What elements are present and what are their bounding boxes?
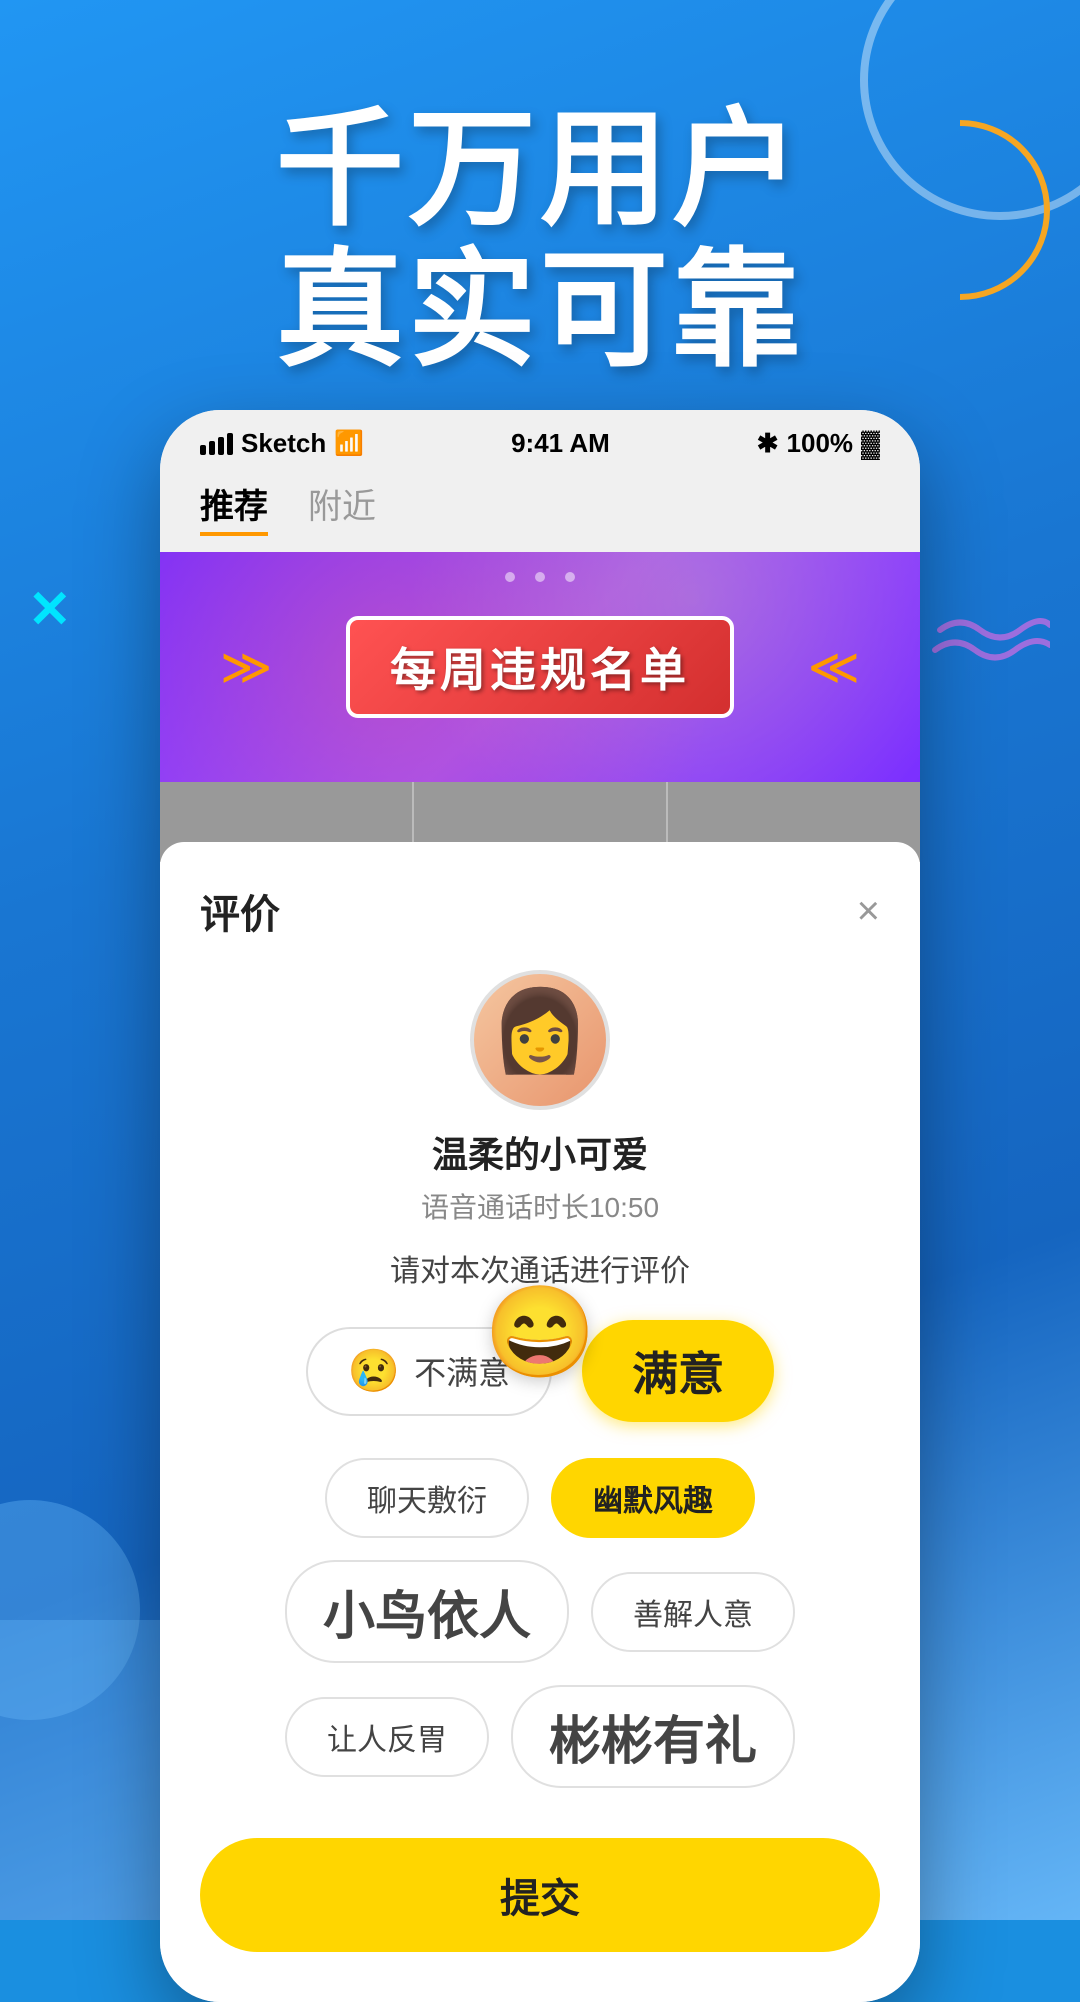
status-left: Sketch 📶	[200, 428, 364, 459]
close-button[interactable]: ×	[857, 891, 880, 931]
banner-dot-1	[505, 572, 515, 582]
call-duration: 语音通话时长10:50	[421, 1186, 659, 1226]
banner-dot-2	[535, 572, 545, 582]
battery-icon: ▓	[861, 428, 880, 459]
banner-arrow-right-icon: ≪	[808, 638, 860, 696]
happy-emoji-large-icon: 😄	[484, 1280, 596, 1385]
rating-modal: 评价 × 👩 温柔的小可爱 语音通话时长10:50 请对本次通话进行评价 😢 不…	[160, 842, 920, 2002]
avatar: 👩	[470, 970, 610, 1110]
tag-chatting-btn[interactable]: 聊天敷衍	[325, 1458, 529, 1538]
time-display: 9:41 AM	[511, 428, 610, 459]
tag-understanding-btn[interactable]: 善解人意	[591, 1572, 795, 1652]
signal-icon	[200, 433, 233, 455]
deco-x-mark: ✕	[28, 580, 72, 640]
avatar-section: 👩 温柔的小可爱 语音通话时长10:50	[200, 970, 880, 1226]
banner-badge: 每周违规名单	[346, 616, 734, 718]
banner-arrow-left-icon: ≫	[220, 638, 272, 696]
hero-section: 千万用户 真实可靠	[0, 100, 1080, 382]
banner-text: 每周违规名单	[390, 644, 690, 696]
phone-inner: Sketch 📶 9:41 AM ✱ 100% ▓ 推荐 附近 ≫	[160, 410, 920, 2002]
carrier-label: Sketch	[241, 428, 326, 459]
tags-section: 聊天敷衍 幽默风趣 小鸟依人 善解人意 让人反胃 彬彬有礼	[200, 1458, 880, 1788]
rating-positive-button[interactable]: 满意	[582, 1320, 774, 1422]
wifi-icon: 📶	[334, 429, 364, 458]
deco-wave	[930, 610, 1050, 675]
avatar-image: 👩	[490, 984, 590, 1078]
status-right: ✱ 100% ▓	[757, 428, 880, 459]
tags-row-1: 聊天敷衍 幽默风趣	[200, 1458, 880, 1538]
banner-area[interactable]: ≫ 每周违规名单 ≪	[160, 552, 920, 782]
tags-row-2: 小鸟依人 善解人意	[200, 1560, 880, 1663]
bluetooth-icon: ✱	[757, 428, 779, 459]
banner-dots	[160, 572, 920, 582]
modal-header: 评价 ×	[200, 882, 880, 940]
tag-humor-btn[interactable]: 幽默风趣	[551, 1458, 755, 1538]
phone-mockup: Sketch 📶 9:41 AM ✱ 100% ▓ 推荐 附近 ≫	[160, 410, 920, 2002]
hero-title-line2: 真实可靠	[0, 241, 1080, 382]
tag-polite-btn[interactable]: 彬彬有礼	[511, 1685, 795, 1788]
tag-annoying-btn[interactable]: 让人反胃	[285, 1697, 489, 1777]
tag-birddependent-btn[interactable]: 小鸟依人	[285, 1560, 569, 1663]
hero-title-line1: 千万用户	[0, 100, 1080, 241]
banner-dot-3	[565, 572, 575, 582]
status-bar: Sketch 📶 9:41 AM ✱ 100% ▓	[160, 410, 920, 469]
sad-emoji-icon: 😢	[348, 1347, 400, 1396]
user-name: 温柔的小可爱	[432, 1126, 648, 1178]
tab-nearby[interactable]: 附近	[308, 479, 376, 536]
nav-tabs: 推荐 附近	[160, 469, 920, 552]
modal-title: 评价	[200, 882, 280, 940]
submit-button[interactable]: 提交	[200, 1838, 880, 1952]
rating-buttons-row: 😢 不满意 😄 满意	[200, 1320, 880, 1422]
tags-row-3: 让人反胃 彬彬有礼	[200, 1685, 880, 1788]
battery-label: 100%	[787, 428, 854, 459]
rating-positive-label: 满意	[632, 1338, 724, 1404]
tab-recommended[interactable]: 推荐	[200, 479, 268, 536]
